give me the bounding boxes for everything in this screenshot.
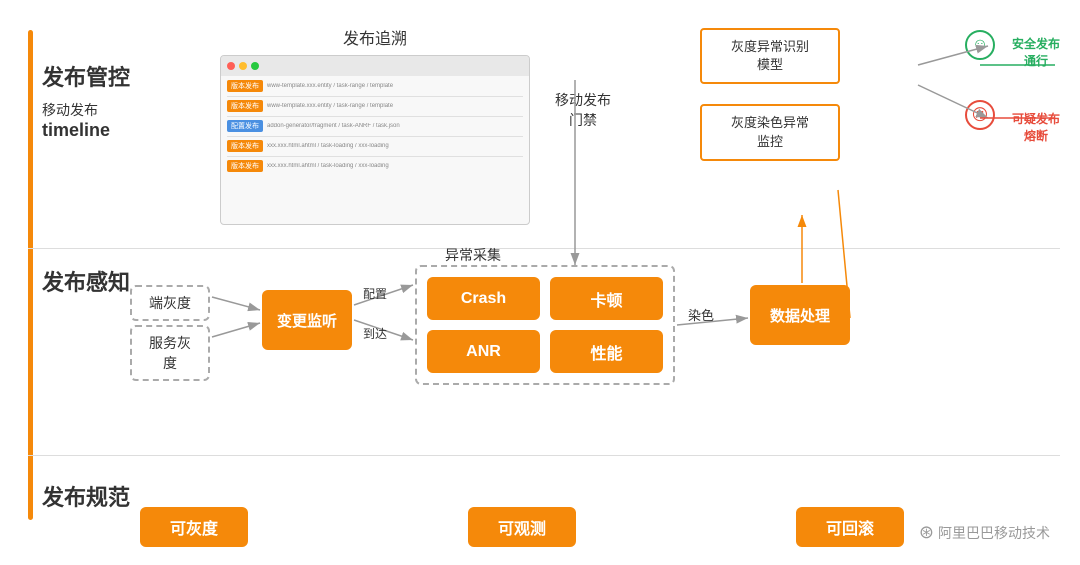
mock-tag-5: 版本发布 [227, 160, 263, 172]
config-label: 配置 [363, 285, 387, 302]
mock-tag-1: 版本发布 [227, 80, 263, 92]
divider-2 [28, 455, 1060, 456]
gray-identify-box: 灰度异常识别模型 [700, 28, 840, 84]
dot-yellow [239, 62, 247, 70]
mock-text-5: xxx.xxx.html.ahtml / task-loading / xxx-… [267, 163, 523, 169]
performance-btn[interactable]: 性能 [550, 330, 663, 373]
screenshot-content: 版本发布 www-template.xxx.entity / task-rang… [221, 76, 529, 180]
ke-observable-tag: 可观测 [468, 507, 576, 547]
ke-rollback-tag: 可回滚 [796, 507, 904, 547]
katun-btn[interactable]: 卡顿 [550, 277, 663, 320]
safe-line2: 通行 [1024, 54, 1048, 68]
section-release-perception: 发布感知 [42, 265, 130, 297]
ke-gray-tag: 可灰度 [140, 507, 248, 547]
gray-dye-box: 灰度染色异常监控 [700, 104, 840, 160]
mock-text-3: addon-generator/fragment / task-ANRF / t… [267, 123, 523, 129]
mobile-menjin-label: 移动发布门禁 [555, 90, 611, 130]
mock-text-1: www-template.xxx.entity / task-range / t… [267, 83, 523, 89]
mobile-timeline-label: 移动发布 timeline [42, 100, 110, 141]
mock-divider-4 [227, 156, 523, 157]
anr-btn[interactable]: ANR [427, 330, 540, 373]
suspect-line2: 熔断 [1024, 129, 1048, 143]
mock-tag-2: 版本发布 [227, 100, 263, 112]
service-gray-label: 服务灰度 [149, 335, 191, 371]
fabu-zhuisu-area: 发布追溯 版本发布 www-template.xxx.entity / task… [220, 25, 530, 220]
right-boxes-area: 灰度异常识别模型 灰度染色异常监控 [700, 28, 840, 173]
data-process-label: 数据处理 [770, 305, 830, 326]
screenshot-mock: 版本发布 www-template.xxx.entity / task-rang… [220, 55, 530, 225]
brand-icon: ⊛ [919, 522, 934, 543]
mock-row: 版本发布 www-template.xxx.entity / task-rang… [227, 80, 523, 92]
mock-divider-1 [227, 96, 523, 97]
duan-gray-label: 端灰度 [149, 295, 191, 311]
mock-tag-3: 配置发布 [227, 120, 263, 132]
change-monitor-label: 变更监听 [277, 310, 337, 331]
mobile-timeline-bold: timeline [42, 120, 110, 141]
bottom-tags: 可灰度 可观测 可回滚 [140, 507, 904, 547]
sad-smiley: ☹ [965, 100, 995, 130]
section-release-norm: 发布规范 [42, 480, 130, 512]
suspect-publish-label: 可疑发布 熔断 [1012, 110, 1060, 144]
safe-line1: 安全发布 [1012, 37, 1060, 51]
mock-row-4: 版本发布 xxx.xxx.html.ahtml / task-loading /… [227, 140, 523, 152]
happy-smiley: ☺ [965, 30, 995, 60]
mock-row-5: 版本发布 xxx.xxx.html.ahtml / task-loading /… [227, 160, 523, 172]
crash-btn[interactable]: Crash [427, 277, 540, 320]
mock-divider-2 [227, 116, 523, 117]
duan-grayed-box: 端灰度 [130, 285, 210, 321]
suspect-line1: 可疑发布 [1012, 112, 1060, 126]
mock-tag-4: 版本发布 [227, 140, 263, 152]
dot-red [227, 62, 235, 70]
stain-label: 染色 [688, 305, 714, 324]
change-monitor-box: 变更监听 [262, 290, 352, 350]
service-grayed-box: 服务灰度 [130, 325, 210, 381]
mock-row-3: 配置发布 addon-generator/fragment / task-ANR… [227, 120, 523, 132]
dot-green [251, 62, 259, 70]
mobile-timeline-line1: 移动发布 [42, 100, 110, 120]
exception-collect-label: 异常采集 [445, 245, 501, 265]
exception-container: Crash 卡顿 ANR 性能 [415, 265, 675, 385]
mock-divider-3 [227, 136, 523, 137]
mock-row-2: 版本发布 www-template.xxx.entity / task-rang… [227, 100, 523, 112]
brand-name: 阿里巴巴移动技术 [938, 523, 1050, 543]
fabu-zhuisu-title: 发布追溯 [220, 25, 530, 49]
section-release-control: 发布管控 [42, 60, 130, 92]
mock-text-2: www-template.xxx.entity / task-range / t… [267, 103, 523, 109]
arrive-label: 到达 [363, 325, 387, 342]
main-container: 发布管控 发布感知 发布规范 发布追溯 版本发布 www-template.xx… [0, 0, 1080, 565]
mock-text-4: xxx.xxx.html.ahtml / task-loading / xxx-… [267, 143, 523, 149]
left-bar [28, 30, 33, 520]
divider-1 [28, 248, 1060, 249]
brand-label: ⊛ 阿里巴巴移动技术 [919, 522, 1050, 543]
data-process-box: 数据处理 [750, 285, 850, 345]
safe-publish-label: 安全发布 通行 [1012, 35, 1060, 69]
screenshot-header [221, 56, 529, 76]
